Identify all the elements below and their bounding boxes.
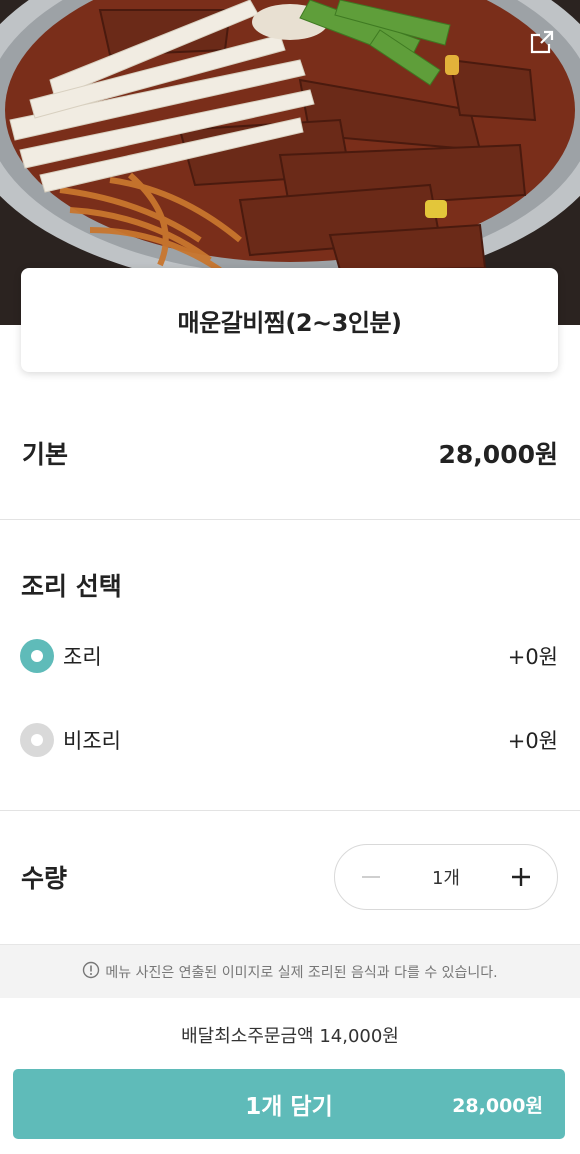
menu-title: 매운갈비찜(2~3인분) xyxy=(177,308,402,337)
plus-icon[interactable] xyxy=(507,863,535,891)
cooking-section-title: 조리 선택 xyxy=(21,572,122,601)
quantity-row: 수량 1개 xyxy=(0,843,580,911)
radio-selected-icon[interactable] xyxy=(20,639,54,673)
order-footer: 배달최소주문금액 14,000원 1개 담기 28,000원 xyxy=(0,998,580,1154)
option-price: +0원 xyxy=(507,729,558,753)
cta-price: 28,000원 xyxy=(452,1094,543,1117)
option-label: 조리 xyxy=(63,645,102,669)
notice-text: 메뉴 사진은 연출된 이미지로 실제 조리된 음식과 다를 수 있습니다. xyxy=(105,964,498,981)
radio-unselected-icon[interactable] xyxy=(20,723,54,757)
expand-image-icon[interactable] xyxy=(526,26,558,58)
option-label: 비조리 xyxy=(63,729,121,753)
base-label: 기본 xyxy=(22,440,69,469)
option-cooked[interactable]: 조리 +0원 xyxy=(0,631,580,681)
quantity-value: 1개 xyxy=(431,868,460,889)
cta-label: 1개 담기 xyxy=(245,1094,333,1120)
option-uncooked[interactable]: 비조리 +0원 xyxy=(0,715,580,765)
photo-notice: 메뉴 사진은 연출된 이미지로 실제 조리된 음식과 다를 수 있습니다. xyxy=(0,944,580,998)
info-icon xyxy=(82,961,100,983)
minus-icon[interactable] xyxy=(357,863,385,891)
divider xyxy=(0,519,580,520)
divider xyxy=(0,810,580,811)
base-price-row: 기본 28,000원 xyxy=(0,405,580,501)
add-to-cart-button[interactable]: 1개 담기 28,000원 xyxy=(13,1069,565,1139)
option-price: +0원 xyxy=(507,645,558,669)
quantity-label: 수량 xyxy=(21,864,68,893)
min-order-text: 배달최소주문금액 14,000원 xyxy=(181,1026,399,1047)
base-price: 28,000원 xyxy=(438,440,558,469)
quantity-stepper[interactable]: 1개 xyxy=(334,844,558,910)
menu-title-card: 매운갈비찜(2~3인분) xyxy=(21,268,558,372)
